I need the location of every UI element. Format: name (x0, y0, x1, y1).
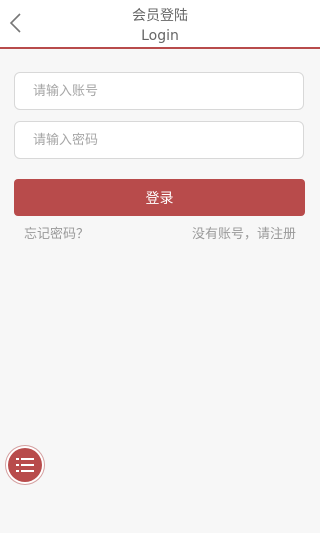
forgot-password-link[interactable]: 忘记密码？ (24, 227, 89, 243)
page-title: 会员登陆 (132, 8, 188, 24)
account-input[interactable] (14, 72, 304, 110)
login-button[interactable]: 登录 (14, 179, 305, 216)
app-header: 会员登陆 Login (0, 0, 320, 49)
password-input[interactable] (14, 121, 304, 159)
menu-fab-button[interactable] (8, 448, 42, 482)
register-link[interactable]: 没有账号，请注册 (192, 227, 296, 243)
page-subtitle: Login (141, 28, 179, 44)
list-menu-icon (16, 458, 34, 472)
